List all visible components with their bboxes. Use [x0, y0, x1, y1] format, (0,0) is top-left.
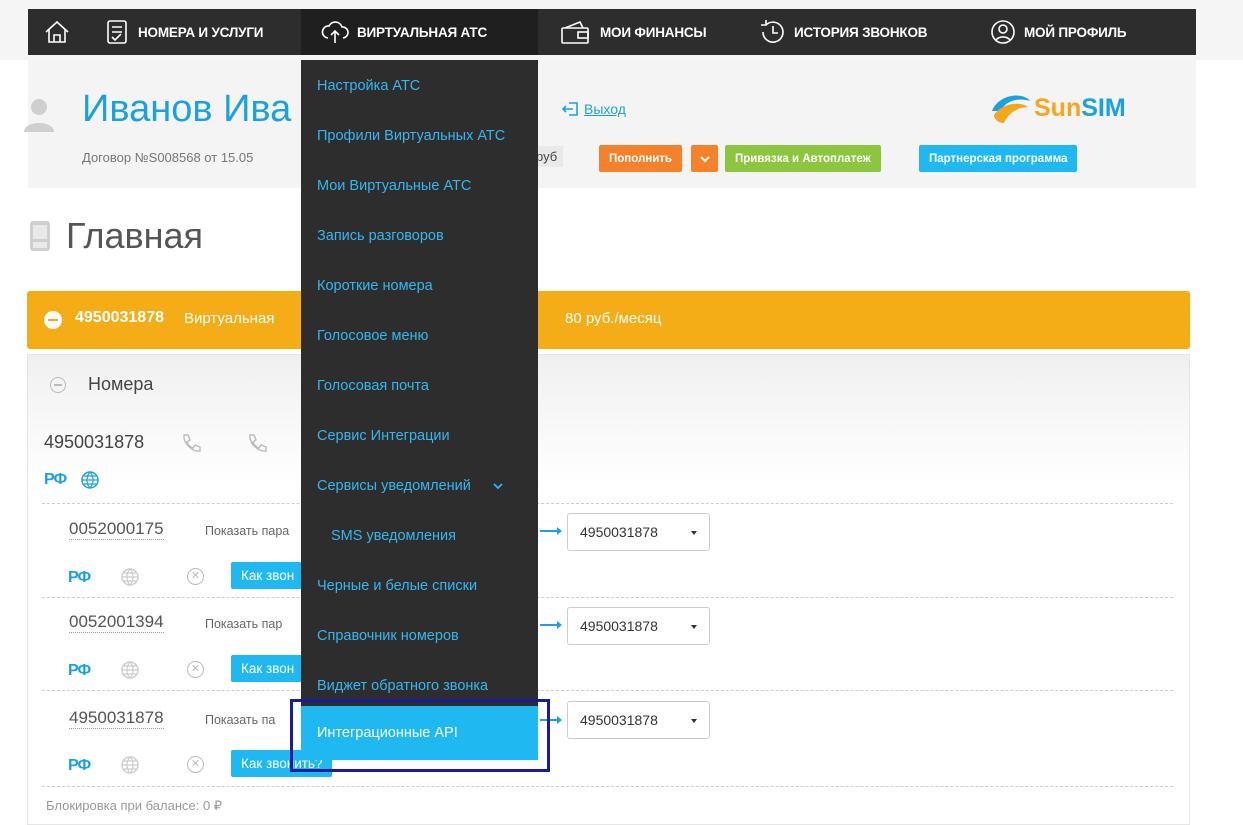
nav-label: МОИ ФИНАНСЫ	[600, 24, 707, 40]
nav-label: ВИРТУАЛЬНАЯ АТС	[357, 24, 488, 40]
logo-text-sim: SIM	[1081, 93, 1126, 122]
globe-icon[interactable]	[80, 470, 100, 490]
virtual-pbx-menu: Настройка АТС Профили Виртуальных АТС Мо…	[301, 60, 538, 760]
collapse-icon[interactable]	[50, 376, 66, 393]
profile-icon	[991, 20, 1015, 44]
how-to-call-button[interactable]: Как звон	[231, 655, 305, 682]
menu-item-my-pbx[interactable]: Мои Виртуальные АТС	[317, 178, 471, 194]
block-threshold-text: Блокировка при балансе: 0 ₽	[46, 798, 223, 813]
menu-item-pbx-settings[interactable]: Настройка АТС	[317, 78, 420, 94]
forward-arrow-icon	[540, 621, 562, 629]
menu-item-voice-menu[interactable]: Голосовое меню	[317, 328, 428, 344]
phone-sip-icon[interactable]	[246, 432, 268, 454]
phone-device-icon	[30, 221, 50, 251]
collapse-icon[interactable]	[44, 311, 62, 329]
rf-badge: РФ	[68, 569, 91, 586]
forward-arrow-icon	[540, 527, 562, 535]
phone-gsm-icon[interactable]	[180, 432, 202, 454]
menu-item-integration-api[interactable]: Интеграционные API	[301, 706, 538, 760]
partner-program-button[interactable]: Партнерская программа	[919, 145, 1078, 172]
numbers-panel-header[interactable]: Номера	[50, 374, 153, 395]
remove-icon[interactable]: ✕	[187, 568, 204, 585]
row-number[interactable]: 0052000175	[69, 519, 164, 540]
numbers-panel	[27, 354, 1190, 825]
caret-down-icon	[691, 531, 697, 535]
how-to-call-button[interactable]: Как звон	[231, 562, 305, 589]
menu-item-sms-notifications[interactable]: SMS уведомления	[331, 528, 456, 544]
forward-select[interactable]: 4950031878	[567, 513, 710, 551]
menu-item-pbx-profiles[interactable]: Профили Виртуальных АТС	[317, 128, 505, 144]
menu-item-notification-services[interactable]: Сервисы уведомлений	[317, 478, 503, 494]
nav-profile[interactable]: МОЙ ПРОФИЛЬ	[990, 9, 1127, 55]
nav-label: НОМЕРА И УСЛУГИ	[138, 24, 264, 40]
topup-dropdown-button[interactable]	[691, 145, 718, 172]
menu-item-number-directory[interactable]: Справочник номеров	[317, 628, 459, 644]
menu-item-short-numbers[interactable]: Короткие номера	[317, 278, 433, 294]
nav-home[interactable]	[36, 9, 86, 55]
autopay-button[interactable]: Привязка и Автоплатеж	[725, 145, 881, 172]
logout-link[interactable]: Выход	[562, 101, 626, 117]
divider	[42, 503, 1173, 504]
contract-info: Договор №S008568 от 15.05	[82, 150, 254, 165]
globe-icon[interactable]	[120, 567, 140, 587]
logo-icon	[992, 95, 1030, 123]
menu-item-black-white-lists[interactable]: Черные и белые списки	[317, 578, 477, 594]
nav-label: ИСТОРИЯ ЗВОНКОВ	[794, 24, 928, 40]
row-number[interactable]: 4950031878	[69, 708, 164, 729]
service-strip[interactable]: 4950031878 Виртуальная 80 руб./месяц	[27, 291, 1190, 349]
caret-down-icon	[691, 719, 697, 723]
forward-arrow-icon	[540, 716, 562, 724]
rf-badge: РФ	[44, 471, 67, 488]
service-description: Виртуальная	[184, 310, 275, 327]
page-title: Главная	[28, 215, 203, 257]
home-icon	[45, 20, 69, 43]
nav-virtual-pbx[interactable]: ВИРТУАЛЬНАЯ АТС	[301, 9, 538, 55]
nav-call-history[interactable]: ИСТОРИЯ ЗВОНКОВ	[758, 9, 928, 55]
remove-icon[interactable]: ✕	[187, 661, 204, 678]
divider	[42, 786, 1173, 787]
wallet-icon	[561, 20, 589, 44]
service-price: 80 руб./месяц	[565, 310, 662, 327]
show-password-link[interactable]: Показать пара	[205, 524, 289, 538]
row-number[interactable]: 0052001394	[69, 612, 164, 633]
topup-button[interactable]: Пополнить	[599, 145, 682, 172]
remove-icon[interactable]: ✕	[187, 756, 204, 773]
history-icon	[761, 20, 784, 43]
rf-badge: РФ	[68, 662, 91, 679]
nav-finances[interactable]: МОИ ФИНАНСЫ	[560, 9, 707, 55]
menu-item-callback-widget[interactable]: Виджет обратного звонка	[317, 678, 488, 694]
main-number: 4950031878	[44, 432, 145, 452]
nav-label: МОЙ ПРОФИЛЬ	[1024, 24, 1127, 40]
show-password-link[interactable]: Показать па	[205, 713, 275, 727]
logo-text-sun: Sun	[1034, 93, 1082, 122]
show-password-link[interactable]: Показать пар	[205, 617, 282, 631]
rf-badge: РФ	[68, 757, 91, 774]
service-number: 4950031878	[75, 309, 164, 326]
chevron-down-icon	[493, 483, 503, 490]
divider	[42, 597, 1173, 598]
forward-select[interactable]: 4950031878	[567, 701, 710, 739]
checklist-icon	[107, 20, 127, 44]
logout-icon	[562, 102, 578, 116]
divider	[42, 690, 1173, 691]
globe-icon[interactable]	[120, 660, 140, 680]
menu-item-call-recording[interactable]: Запись разговоров	[317, 228, 444, 244]
forward-select[interactable]: 4950031878	[567, 607, 710, 645]
user-name: Иванов Ива	[82, 88, 292, 130]
menu-item-voicemail[interactable]: Голосовая почта	[317, 378, 429, 394]
caret-down-icon	[691, 625, 697, 629]
sunsim-logo[interactable]: Sun SIM	[988, 89, 1126, 127]
globe-icon[interactable]	[120, 755, 140, 775]
menu-item-integration-service[interactable]: Сервис Интеграции	[317, 428, 450, 444]
user-icon	[22, 96, 56, 137]
nav-numbers-services[interactable]: НОМЕРА И УСЛУГИ	[106, 9, 264, 55]
chevron-down-icon	[699, 155, 710, 162]
cloud-icon	[321, 21, 349, 43]
